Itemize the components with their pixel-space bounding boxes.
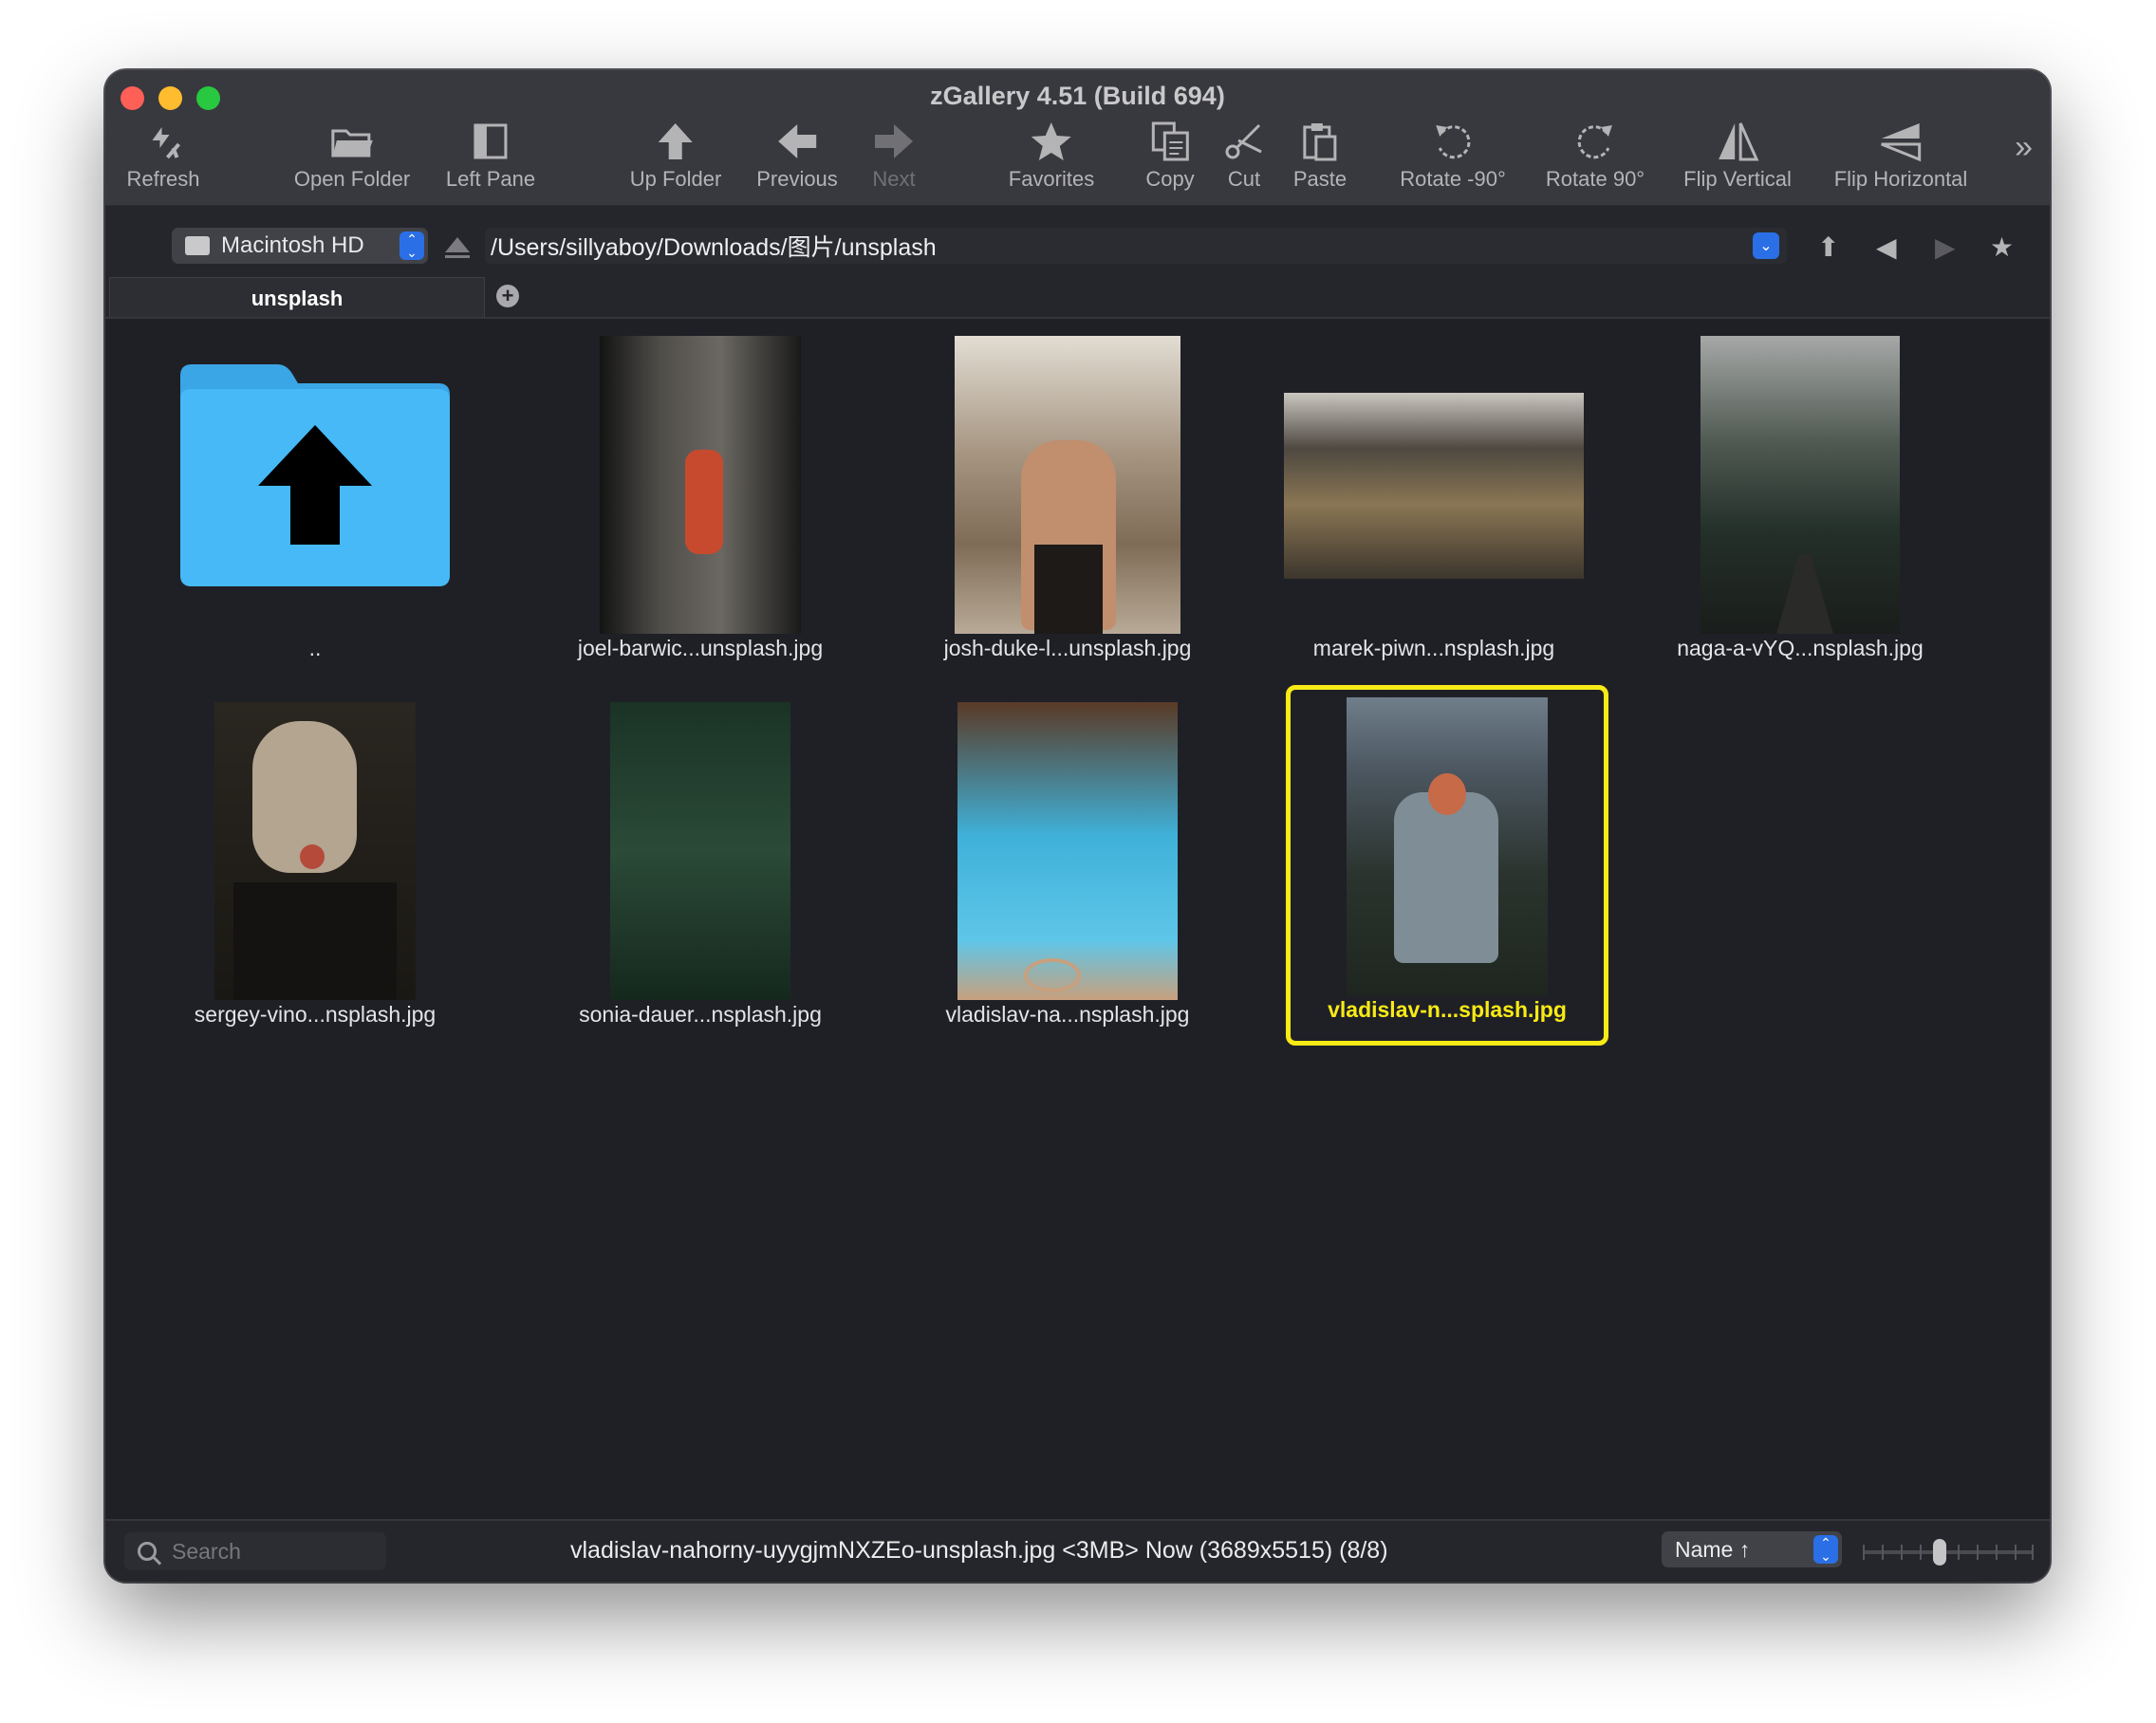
rotate-left-label: Rotate -90° (1400, 167, 1506, 191)
sort-popup[interactable]: Name ↑ ⌃ ⌄ (1662, 1531, 1842, 1567)
open-folder-button[interactable]: Open Folder (294, 120, 410, 201)
copy-button[interactable]: Copy (1145, 120, 1195, 201)
thumbnail-caption: marek-piwn...nsplash.jpg (1312, 636, 1555, 660)
refresh-label: Refresh (126, 167, 200, 191)
flip-horizontal-label: Flip Horizontal (1833, 167, 1968, 191)
refresh-icon (151, 127, 180, 159)
open-folder-label: Open Folder (293, 167, 411, 191)
folder-up-icon (180, 364, 450, 586)
copy-label: Copy (1145, 167, 1195, 191)
search-input[interactable] (170, 1537, 373, 1566)
refresh-button[interactable]: Refresh (126, 120, 200, 201)
rotate-right-label: Rotate 90° (1545, 167, 1645, 191)
tab-unsplash[interactable]: unsplash (109, 277, 485, 320)
volume-label: Macintosh HD (221, 232, 364, 258)
volume-popup[interactable]: Macintosh HD ⌃ ⌄ (172, 228, 428, 264)
path-field[interactable]: /Users/sillyaboy/Downloads/图片/unsplash ⌄ (485, 228, 1787, 264)
nav-forward-icon[interactable]: ▶ (1935, 232, 1956, 263)
thumbnail-caption: naga-a-vYQ...nsplash.jpg (1677, 636, 1924, 660)
rotate-left-button[interactable]: Rotate -90° (1400, 120, 1506, 201)
chevron-down-icon[interactable]: ⌄ (1753, 232, 1779, 259)
left-pane-label: Left Pane (445, 167, 536, 191)
nav-back-icon[interactable]: ◀ (1876, 232, 1897, 263)
favorite-star-icon[interactable]: ★ (1990, 232, 2014, 263)
thumbnail-image (600, 336, 801, 634)
status-text: vladislav-nahorny-uyygjmNXZEo-unsplash.j… (570, 1537, 1388, 1564)
rotate-right-icon (1577, 125, 1612, 159)
previous-button[interactable]: Previous (756, 120, 838, 201)
up-folder-label: Up Folder (629, 167, 722, 191)
flip-vertical-icon (1719, 122, 1759, 161)
zoom-slider[interactable] (1863, 1539, 2034, 1566)
grid-item-parent[interactable]: .. (154, 319, 476, 679)
thumbnail-caption: sonia-dauer...nsplash.jpg (579, 1002, 822, 1027)
favorites-button[interactable]: Favorites (1009, 120, 1094, 201)
next-label: Next (872, 167, 916, 191)
arrow-right-icon (875, 124, 913, 158)
grid-item[interactable]: josh-duke-l...unsplash.jpg (906, 319, 1229, 679)
window-title: zGallery 4.51 (Build 694) (930, 82, 1225, 110)
chevron-updown-icon: ⌃ ⌄ (1813, 1535, 1838, 1564)
thumbnail-caption: josh-duke-l...unsplash.jpg (943, 636, 1192, 660)
eject-bar (445, 255, 470, 258)
search-field[interactable] (124, 1532, 386, 1570)
toolbar: zGallery 4.51 (Build 694) Refresh Open F… (105, 70, 2050, 205)
flip-vertical-button[interactable]: Flip Vertical (1683, 120, 1792, 201)
thumbnail-caption: .. (308, 636, 322, 660)
thumbnail-image (955, 336, 1180, 634)
thumbnail-image (1284, 393, 1584, 579)
app-window: zGallery 4.51 (Build 694) Refresh Open F… (105, 70, 2050, 1582)
cut-label: Cut (1227, 167, 1261, 191)
zoom-slider-knob[interactable] (1933, 1539, 1946, 1566)
thumbnail-grid: .. joel-barwic...unsplash.jpg josh-duke-… (105, 319, 2050, 1577)
search-icon (138, 1542, 157, 1561)
chevron-updown-icon: ⌃ ⌄ (400, 232, 424, 260)
copy-icon (1151, 121, 1189, 161)
clipboard-icon (1303, 123, 1337, 161)
add-tab-icon[interactable]: + (496, 285, 519, 307)
flip-horizontal-icon (1881, 123, 1922, 162)
favorites-label: Favorites (1008, 167, 1095, 191)
left-pane-button[interactable]: Left Pane (446, 120, 535, 201)
rotate-right-button[interactable]: Rotate 90° (1546, 120, 1645, 201)
previous-label: Previous (756, 167, 838, 191)
star-icon (1031, 122, 1071, 160)
thumbnail-caption: sergey-vino...nsplash.jpg (194, 1002, 437, 1027)
thumbnail-image (1347, 697, 1548, 995)
cut-button[interactable]: Cut (1221, 120, 1267, 201)
thumbnail-caption: vladislav-na...nsplash.jpg (945, 1002, 1190, 1027)
thumbnail-image (1701, 336, 1900, 634)
path-text: /Users/sillyaboy/Downloads/图片/unsplash (491, 234, 937, 261)
grid-item[interactable]: sonia-dauer...nsplash.jpg (539, 685, 862, 1046)
toolbar-overflow-button[interactable]: » (2015, 129, 2033, 166)
thumbnail-caption: joel-barwic...unsplash.jpg (577, 636, 824, 660)
sidebar-icon (474, 123, 508, 159)
paste-label: Paste (1292, 167, 1348, 191)
next-button[interactable]: Next (871, 120, 917, 201)
up-folder-button[interactable]: Up Folder (629, 120, 722, 201)
sort-label: Name ↑ (1675, 1536, 1751, 1562)
eject-icon[interactable] (445, 237, 470, 252)
flip-horizontal-button[interactable]: Flip Horizontal (1833, 120, 1968, 201)
grid-item[interactable]: joel-barwic...unsplash.jpg (539, 319, 862, 679)
paste-button[interactable]: Paste (1293, 120, 1347, 201)
thumbnail-image (214, 702, 416, 1000)
scissors-icon (1225, 123, 1262, 159)
hard-disk-icon (185, 236, 210, 255)
flip-vertical-label: Flip Vertical (1683, 167, 1792, 191)
nav-up-icon[interactable]: ⬆ (1817, 232, 1839, 263)
grid-item[interactable]: naga-a-vYQ...nsplash.jpg (1639, 319, 1961, 679)
grid-item[interactable]: vladislav-na...nsplash.jpg (906, 685, 1229, 1046)
arrow-left-icon (778, 124, 816, 158)
grid-item[interactable]: marek-piwn...nsplash.jpg (1273, 319, 1595, 679)
rotate-left-icon (1436, 125, 1471, 159)
arrow-up-icon (659, 123, 693, 159)
grid-item[interactable]: sergey-vino...nsplash.jpg (154, 685, 476, 1046)
thumbnail-image (610, 702, 790, 1000)
thumbnail-image (957, 702, 1178, 1000)
folder-open-icon (331, 129, 373, 157)
grid-item-selected[interactable]: vladislav-n...splash.jpg (1286, 685, 1608, 1046)
thumbnail-caption: vladislav-n...splash.jpg (1328, 997, 1567, 1022)
